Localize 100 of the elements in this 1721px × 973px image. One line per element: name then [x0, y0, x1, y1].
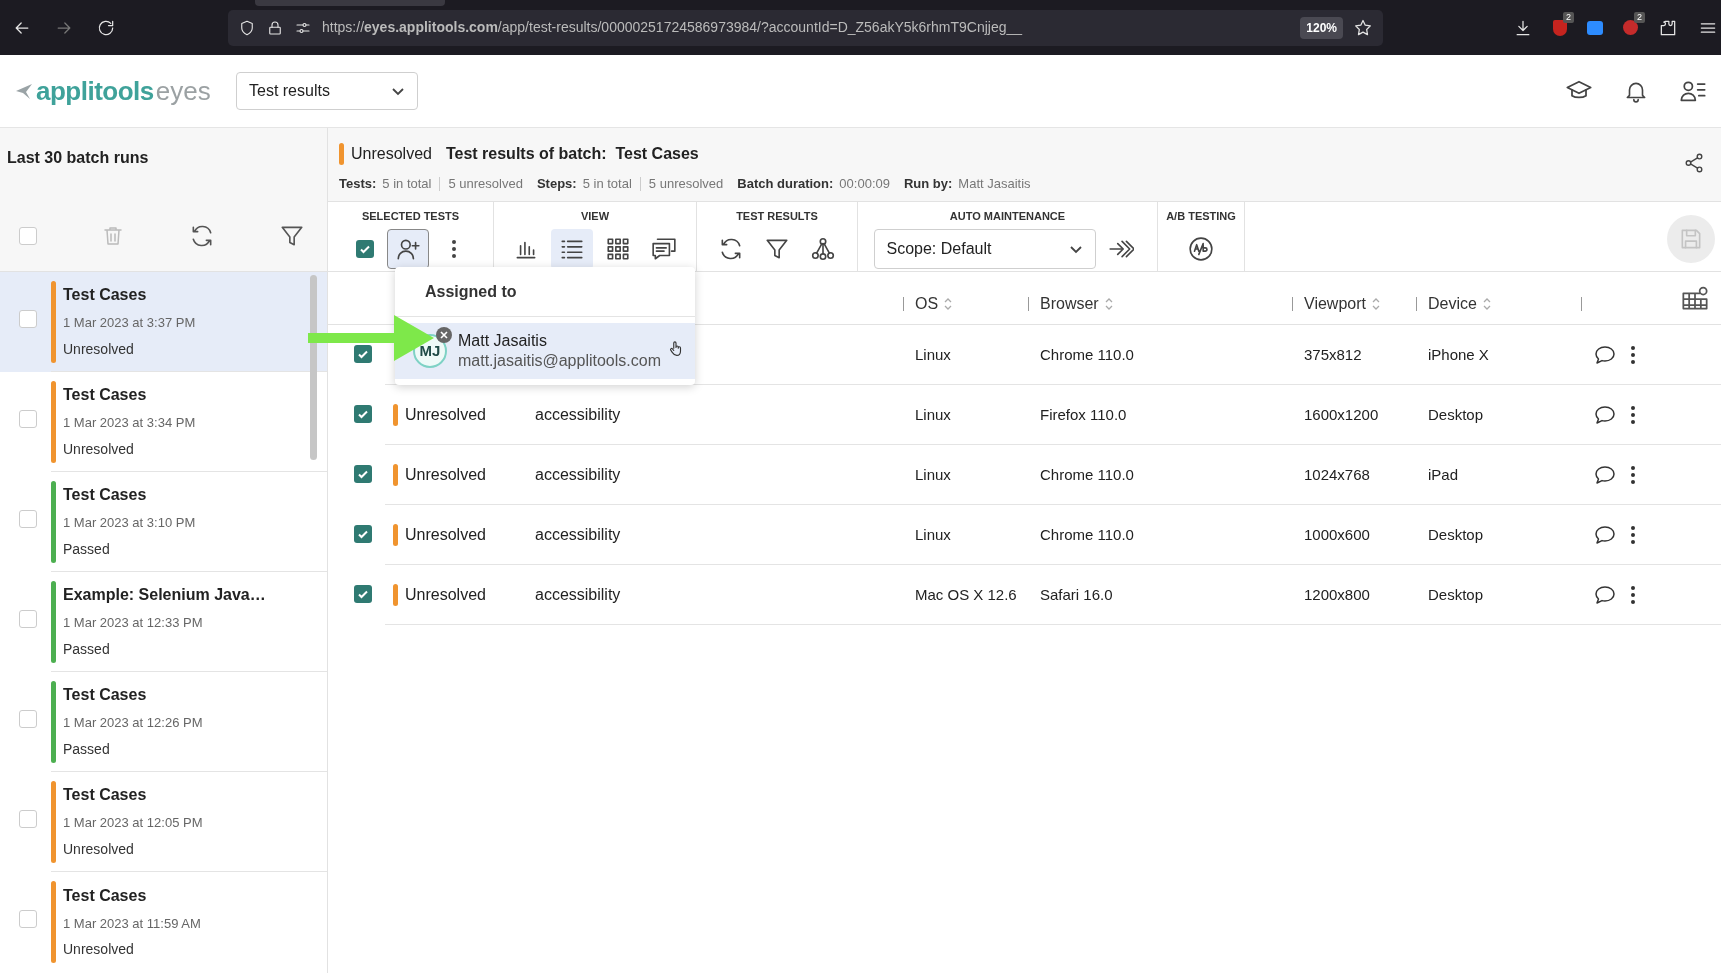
- address-bar[interactable]: https://eyes.applitools.com/app/test-results/00000251724586973984/?accountId=D_Z56akY5k6rhmT9Cnjjeg__ 120%: [228, 9, 1383, 46]
- assignee-name: Matt Jasaitis: [458, 331, 548, 351]
- checkbox[interactable]: [355, 239, 374, 258]
- checkbox[interactable]: [19, 409, 37, 428]
- batch-item[interactable]: Test Cases 1 Mar 2023 at 3:37 PM Unresolved: [0, 272, 327, 372]
- toolbar-group-title: AUTO MAINTENANCE: [949, 209, 1066, 224]
- stat-value: 5 unresolved: [448, 175, 523, 193]
- checkbox[interactable]: [354, 345, 372, 363]
- batch-date: 1 Mar 2023 at 12:33 PM: [63, 614, 204, 633]
- table-cell: iPhone X: [1428, 345, 1489, 363]
- column-header[interactable]: OS: [915, 292, 939, 316]
- stat-label: Batch duration:: [737, 175, 834, 193]
- batch-status: Unresolved: [351, 144, 432, 164]
- more-icon[interactable]: [1631, 585, 1635, 604]
- logo-subtext: eyes: [155, 74, 211, 108]
- batch-date: 1 Mar 2023 at 11:59 AM: [63, 914, 201, 933]
- table-cell: Desktop: [1428, 585, 1484, 603]
- table-cell: Linux: [915, 525, 951, 543]
- list-button[interactable]: [551, 228, 593, 269]
- checkmark-icon: [357, 408, 369, 420]
- test-name: accessibility: [535, 465, 621, 483]
- shield-icon: [238, 18, 256, 37]
- more-icon[interactable]: [1631, 405, 1635, 424]
- batch-date: 1 Mar 2023 at 3:34 PM: [63, 414, 196, 433]
- checkbox[interactable]: [19, 809, 37, 828]
- table-cell: Safari 16.0: [1040, 585, 1113, 603]
- circle-extension-icon[interactable]: [1623, 20, 1638, 35]
- checkbox[interactable]: [354, 405, 372, 423]
- remove-icon[interactable]: [436, 327, 452, 343]
- more-icon[interactable]: [1631, 345, 1635, 364]
- table-cell: 375x812: [1304, 345, 1362, 363]
- batch-date: 1 Mar 2023 at 3:37 PM: [63, 314, 196, 333]
- test-status: Unresolved: [405, 464, 486, 485]
- logo-icon: [14, 81, 34, 101]
- test-status: Unresolved: [405, 584, 486, 605]
- status-bar: [339, 143, 344, 165]
- bookmark-star-icon[interactable]: [1353, 17, 1373, 38]
- test-status: Unresolved: [405, 524, 486, 545]
- assignee-item[interactable]: MJ Matt Jasaitis matt.jasaitis@applitools.com: [395, 323, 695, 379]
- toolbar-group-title: A/B TESTING: [1166, 209, 1236, 224]
- checkbox[interactable]: [354, 465, 372, 483]
- stat-label: Run by:: [903, 175, 953, 193]
- batch-name: Test Cases: [63, 485, 148, 506]
- comments-icon: [651, 235, 677, 262]
- batch-name: Test Cases: [63, 385, 148, 406]
- test-name: accessibility: [535, 585, 621, 603]
- extension-badge: 2: [1563, 11, 1574, 23]
- batch-name: Test Cases: [63, 785, 148, 806]
- table-cell: Linux: [915, 345, 951, 363]
- tree-icon: [810, 235, 836, 262]
- batch-status: Passed: [63, 539, 111, 559]
- checkbox[interactable]: [19, 909, 37, 928]
- batch-status: Unresolved: [63, 339, 135, 359]
- share-icon[interactable]: [1683, 152, 1705, 174]
- toolbar-group-title: TEST RESULTS: [736, 209, 818, 224]
- stat-value: Matt Jasaitis: [958, 175, 1031, 193]
- camera-extension-icon[interactable]: [1587, 20, 1603, 35]
- checkbox[interactable]: [354, 525, 372, 543]
- stat-value: 00:00:09: [839, 175, 890, 193]
- checkbox[interactable]: [19, 309, 37, 328]
- checkbox[interactable]: [19, 227, 37, 245]
- toolbar-group-title: VIEW: [580, 209, 610, 224]
- assign-user-button[interactable]: [386, 228, 429, 269]
- batch-status: Passed: [63, 739, 111, 759]
- stat-value: 5 unresolved: [648, 175, 724, 193]
- lock-icon: [266, 18, 284, 37]
- batch-date: 1 Mar 2023 at 12:26 PM: [63, 714, 203, 733]
- extension-badge: 2: [1634, 12, 1645, 23]
- column-header[interactable]: Browser: [1040, 292, 1099, 316]
- table-cell: Firefox 110.0: [1040, 405, 1127, 423]
- grid-icon: [605, 235, 631, 262]
- scope-dropdown[interactable]: Scope: Default: [873, 228, 1096, 269]
- batch-status: Passed: [63, 639, 111, 659]
- table-cell: Mac OS X 12.6: [915, 585, 1017, 603]
- table-settings-icon[interactable]: [1681, 284, 1709, 312]
- shield-extension-icon[interactable]: [1553, 19, 1567, 36]
- table-cell: Chrome 110.0: [1040, 345, 1134, 363]
- popup-title: Assigned to: [425, 281, 517, 302]
- more-icon[interactable]: [1631, 525, 1635, 544]
- table-cell: 1024x768: [1304, 465, 1370, 483]
- sidebar-title: Last 30 batch runs: [6, 148, 150, 168]
- scrollbar[interactable]: [310, 275, 317, 460]
- checkbox[interactable]: [354, 585, 372, 603]
- stat-label: Tests:: [339, 175, 377, 193]
- view-dropdown[interactable]: Test results: [236, 72, 418, 110]
- column-header[interactable]: Device: [1428, 292, 1477, 316]
- test-name: accessibility: [535, 525, 621, 543]
- batch-name: Test Cases: [63, 885, 148, 906]
- batch-name: Test Cases: [63, 285, 148, 306]
- zoom-level[interactable]: 120%: [1300, 16, 1343, 39]
- table-cell: Chrome 110.0: [1040, 525, 1134, 543]
- checkbox[interactable]: [19, 509, 37, 528]
- checkbox[interactable]: [19, 709, 37, 728]
- stat-value: 5 in total: [582, 175, 632, 193]
- checkbox[interactable]: [19, 609, 37, 628]
- logo-text: applitools: [36, 74, 154, 108]
- more-icon[interactable]: [1631, 465, 1635, 484]
- batch-date: 1 Mar 2023 at 3:10 PM: [63, 514, 196, 533]
- column-header[interactable]: Viewport: [1304, 292, 1366, 316]
- more-icon: [451, 239, 456, 258]
